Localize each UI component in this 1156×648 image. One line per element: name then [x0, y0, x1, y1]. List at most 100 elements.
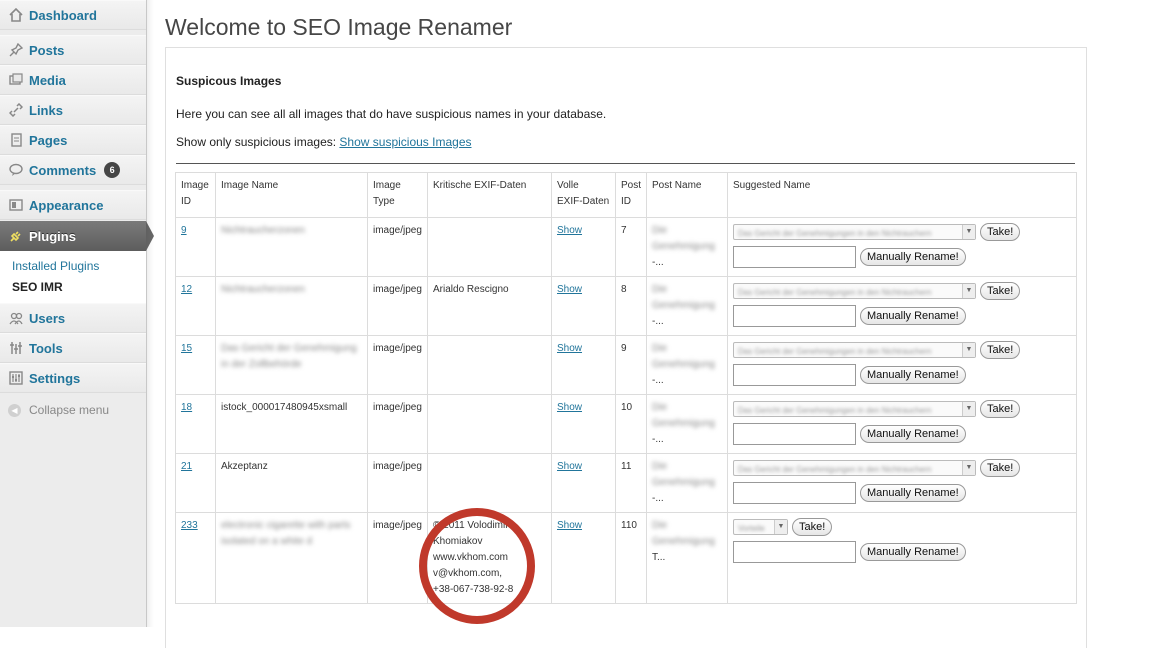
post-name-line: T... — [652, 552, 666, 563]
show-exif-link[interactable]: Show — [557, 343, 582, 354]
image-id-link[interactable]: 9 — [181, 225, 187, 236]
image-id-link[interactable]: 12 — [181, 284, 192, 295]
menu-label: Comments — [29, 162, 97, 178]
menu-label: Tools — [29, 340, 63, 356]
rename-input[interactable] — [733, 482, 856, 504]
show-exif-link[interactable]: Show — [557, 461, 582, 472]
submenu-installed-plugins[interactable]: Installed Plugins — [12, 259, 99, 273]
take-button[interactable]: Take! — [980, 282, 1021, 300]
col-image-id: Image ID — [175, 172, 216, 218]
cell-exif-critical — [427, 335, 552, 395]
image-id-link[interactable]: 15 — [181, 343, 192, 354]
suggested-name-value: Das Gericht der Genehmigungen in den Nic… — [738, 347, 932, 356]
users-icon — [8, 310, 24, 326]
cell-image-type: image/jpeg — [367, 453, 428, 513]
menu-users[interactable]: Users — [0, 303, 146, 333]
suggested-name-value: Das Gericht der Genehmigungen in den Nic… — [738, 406, 932, 415]
show-exif-link[interactable]: Show — [557, 520, 582, 531]
manually-rename-button[interactable]: Manually Rename! — [860, 366, 966, 384]
take-button[interactable]: Take! — [980, 341, 1021, 359]
post-name-line: Die — [652, 402, 668, 413]
post-name-line: -... — [652, 316, 664, 327]
rename-input[interactable] — [733, 423, 856, 445]
manually-rename-button[interactable]: Manually Rename! — [860, 307, 966, 325]
col-exif-full: Volle EXIF-Daten — [551, 172, 616, 218]
image-name: Akzeptanz — [221, 461, 268, 472]
menu-label: Links — [29, 102, 63, 118]
manually-rename-button[interactable]: Manually Rename! — [860, 248, 966, 266]
menu-dashboard[interactable]: Dashboard — [0, 0, 146, 30]
menu-posts[interactable]: Posts — [0, 35, 146, 65]
collapse-menu[interactable]: ◀ Collapse menu — [8, 403, 109, 417]
suggested-name-select[interactable]: Das Gericht der Genehmigungen in den Nic… — [733, 224, 976, 240]
cell-suggested: Das Gericht der Genehmigungen in den Nic… — [727, 276, 1077, 336]
show-suspicious-link[interactable]: Show suspicious Images — [339, 135, 471, 149]
col-post-id: Post ID — [615, 172, 647, 218]
table-row: 21 Akzeptanz image/jpeg Show 11 Die Genehmigun… — [175, 453, 1077, 513]
suggested-name-select[interactable]: Das Gericht der Genehmigungen in den Nic… — [733, 460, 976, 476]
take-button[interactable]: Take! — [980, 223, 1021, 241]
take-button[interactable]: Take! — [980, 459, 1021, 477]
chevron-down-icon: ▼ — [962, 402, 975, 416]
menu-label: Media — [29, 72, 66, 88]
cell-suggested: Das Gericht der Genehmigungen in den Nic… — [727, 394, 1077, 454]
manually-rename-button[interactable]: Manually Rename! — [860, 484, 966, 502]
plugins-submenu: Installed Plugins SEO IMR — [0, 251, 146, 304]
take-button[interactable]: Take! — [980, 400, 1021, 418]
cell-exif-critical: © 2011 Volodimir Khomiakov www.vkhom.com v@… — [427, 512, 552, 604]
table-row: 15 Das Gericht der Genehmigung in der Zol… — [175, 335, 1077, 395]
cell-exif-critical: Arialdo Rescigno — [427, 276, 552, 336]
menu-media[interactable]: Media — [0, 65, 146, 95]
menu-links[interactable]: Links — [0, 95, 146, 125]
cell-post-name: Die Genehmigung -... — [646, 394, 728, 454]
image-id-link[interactable]: 18 — [181, 402, 192, 413]
suggested-name-select[interactable]: Vorteile ▼ — [733, 519, 788, 535]
menu-label: Posts — [29, 42, 65, 58]
take-button[interactable]: Take! — [792, 518, 833, 536]
menu-settings[interactable]: Settings — [0, 363, 146, 393]
show-filter-line: Show only suspicious images: Show suspic… — [176, 135, 472, 149]
dashboard-icon — [8, 7, 24, 23]
suggested-name-select[interactable]: Das Gericht der Genehmigungen in den Nic… — [733, 342, 976, 358]
suggested-name-value: Das Gericht der Genehmigungen in den Nic… — [738, 229, 932, 238]
rename-input[interactable] — [733, 305, 856, 327]
chevron-down-icon: ▼ — [962, 225, 975, 239]
menu-plugins[interactable]: Plugins — [0, 221, 154, 251]
menu-appearance[interactable]: Appearance — [0, 190, 146, 220]
menu-comments[interactable]: Comments 6 — [0, 155, 146, 185]
manually-rename-button[interactable]: Manually Rename! — [860, 543, 966, 561]
page-title: Welcome to SEO Image Renamer — [165, 14, 513, 40]
rename-input[interactable] — [733, 541, 856, 563]
menu-label: Pages — [29, 132, 68, 148]
exif-line: © 2011 Volodimir — [433, 520, 509, 531]
show-exif-link[interactable]: Show — [557, 402, 582, 413]
menu-pages[interactable]: Pages — [0, 125, 146, 155]
image-id-link[interactable]: 233 — [181, 520, 198, 531]
suggested-name-select[interactable]: Das Gericht der Genehmigungen in den Nic… — [733, 283, 976, 299]
image-name: Nichtraucherzonen — [221, 284, 305, 295]
exif-line: v@vkhom.com, — [433, 568, 503, 579]
submenu-seo-imr[interactable]: SEO IMR — [12, 280, 63, 294]
col-post-name: Post Name — [646, 172, 728, 218]
image-id-link[interactable]: 21 — [181, 461, 192, 472]
cell-post-id: 9 — [615, 335, 647, 395]
cell-image-name: istock_000017480945xsmall — [215, 394, 368, 454]
post-name-line: Die — [652, 461, 668, 472]
menu-label: Plugins — [29, 228, 76, 244]
show-exif-link[interactable]: Show — [557, 284, 582, 295]
rename-input[interactable] — [733, 364, 856, 386]
table-row: 9 Nichtraucherzonen image/jpeg Show 7 Die Gene… — [175, 217, 1077, 277]
suspicious-images-table: Image ID Image Name Image Type Kritische E… — [175, 172, 1077, 604]
image-name: istock_000017480945xsmall — [221, 402, 348, 413]
exif-line: Arialdo Rescigno — [433, 284, 509, 295]
cell-image-name: Akzeptanz — [215, 453, 368, 513]
suggested-name-select[interactable]: Das Gericht der Genehmigungen in den Nic… — [733, 401, 976, 417]
cell-post-id: 8 — [615, 276, 647, 336]
settings-icon — [8, 370, 24, 386]
rename-input[interactable] — [733, 246, 856, 268]
show-only-label: Show only suspicious images: — [176, 135, 337, 149]
menu-tools[interactable]: Tools — [0, 333, 146, 363]
tools-icon — [8, 340, 24, 356]
manually-rename-button[interactable]: Manually Rename! — [860, 425, 966, 443]
show-exif-link[interactable]: Show — [557, 225, 582, 236]
